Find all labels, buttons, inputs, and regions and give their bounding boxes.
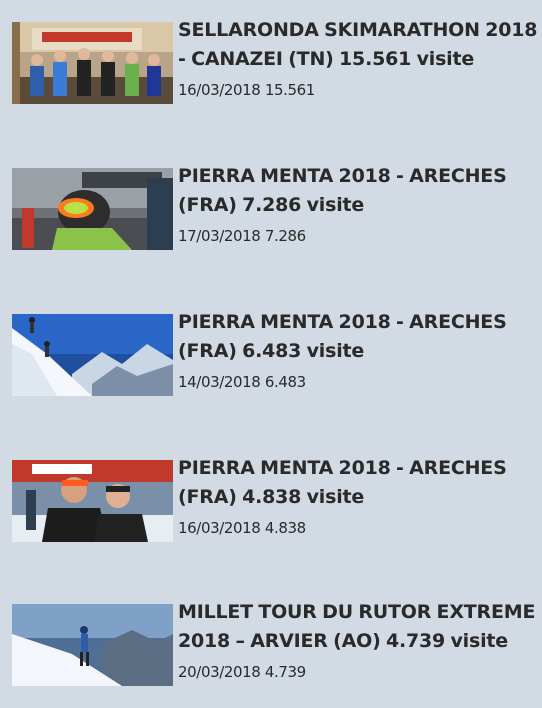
article-text: PIERRA MENTA 2018 - ARECHES (FRA) 6.483 … bbox=[178, 308, 540, 392]
article-item[interactable]: SELLARONDA SKIMARATHON 2018 - CANAZEI (T… bbox=[12, 16, 540, 126]
article-meta: 16/03/2018 15.561 bbox=[178, 81, 315, 99]
article-title[interactable]: MILLET TOUR DU RUTOR EXTREME 2018 – ARVI… bbox=[178, 598, 540, 656]
athletes-celebrating-photo-image bbox=[12, 460, 173, 542]
article-thumbnail[interactable] bbox=[12, 314, 173, 396]
article-text: PIERRA MENTA 2018 - ARECHES (FRA) 7.286 … bbox=[178, 162, 540, 246]
article-item[interactable]: PIERRA MENTA 2018 - ARECHES (FRA) 7.286 … bbox=[12, 162, 540, 272]
article-item[interactable]: PIERRA MENTA 2018 - ARECHES (FRA) 6.483 … bbox=[12, 308, 540, 418]
article-thumbnail[interactable] bbox=[12, 460, 173, 542]
article-text: PIERRA MENTA 2018 - ARECHES (FRA) 4.838 … bbox=[178, 454, 540, 538]
article-title[interactable]: PIERRA MENTA 2018 - ARECHES (FRA) 6.483 … bbox=[178, 308, 540, 366]
ski-mountaineer-photo-image bbox=[12, 604, 173, 686]
article-title[interactable]: SELLARONDA SKIMARATHON 2018 - CANAZEI (T… bbox=[178, 16, 540, 74]
article-text: SELLARONDA SKIMARATHON 2018 - CANAZEI (T… bbox=[178, 16, 540, 100]
article-title[interactable]: PIERRA MENTA 2018 - ARECHES (FRA) 4.838 … bbox=[178, 454, 540, 512]
article-list: SELLARONDA SKIMARATHON 2018 - CANAZEI (T… bbox=[0, 0, 542, 686]
article-text: MILLET TOUR DU RUTOR EXTREME 2018 – ARVI… bbox=[178, 598, 540, 682]
article-thumbnail[interactable] bbox=[12, 168, 173, 250]
skier-goggles-photo-image bbox=[12, 168, 173, 250]
article-thumbnail[interactable] bbox=[12, 22, 173, 104]
article-meta: 20/03/2018 4.739 bbox=[178, 663, 306, 681]
article-title[interactable]: PIERRA MENTA 2018 - ARECHES (FRA) 7.286 … bbox=[178, 162, 540, 220]
mountain-climb-photo-image bbox=[12, 314, 173, 396]
article-thumbnail[interactable] bbox=[12, 604, 173, 686]
podium-photo-image bbox=[12, 22, 173, 104]
article-meta: 14/03/2018 6.483 bbox=[178, 373, 306, 391]
article-meta: 17/03/2018 7.286 bbox=[178, 227, 306, 245]
article-item[interactable]: PIERRA MENTA 2018 - ARECHES (FRA) 4.838 … bbox=[12, 454, 540, 564]
article-item[interactable]: MILLET TOUR DU RUTOR EXTREME 2018 – ARVI… bbox=[12, 598, 540, 708]
article-meta: 16/03/2018 4.838 bbox=[178, 519, 306, 537]
